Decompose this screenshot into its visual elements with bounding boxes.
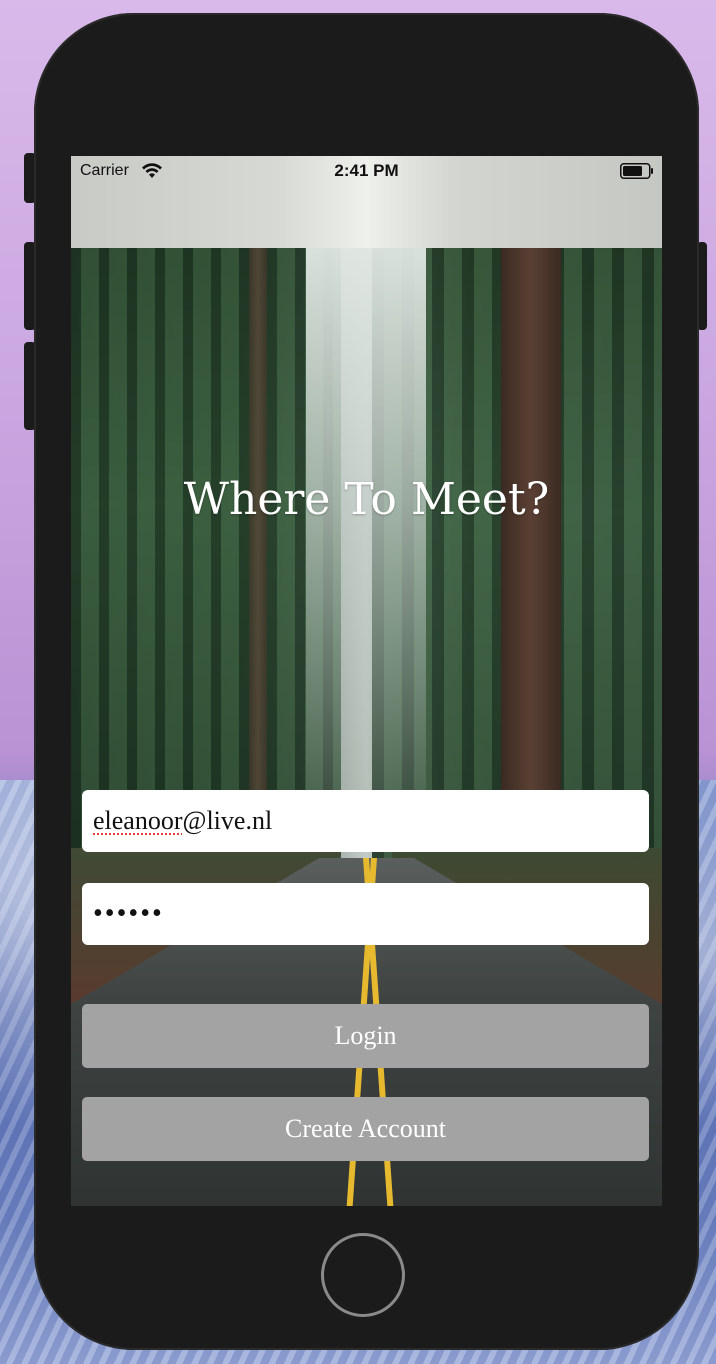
email-domain: @live.nl [182, 806, 273, 835]
status-bar: Carrier 2:41 PM [71, 156, 662, 249]
email-field[interactable]: eleanoor @live.nl [82, 790, 649, 852]
login-button-label: Login [334, 1021, 397, 1050]
create-account-button[interactable]: Create Account [82, 1097, 649, 1161]
password-field[interactable]: •••••• [82, 883, 649, 945]
home-button[interactable] [321, 1233, 405, 1317]
password-value: •••••• [93, 898, 164, 929]
status-time: 2:41 PM [334, 161, 399, 180]
login-button[interactable]: Login [82, 1004, 649, 1068]
create-account-button-label: Create Account [285, 1114, 446, 1143]
phone-screen: Carrier 2:41 PM Where To Meet? eleanoor @… [71, 156, 662, 1206]
battery-icon [620, 163, 653, 179]
app-title: Where To Meet? [183, 474, 550, 525]
email-username: eleanoor [93, 806, 183, 835]
